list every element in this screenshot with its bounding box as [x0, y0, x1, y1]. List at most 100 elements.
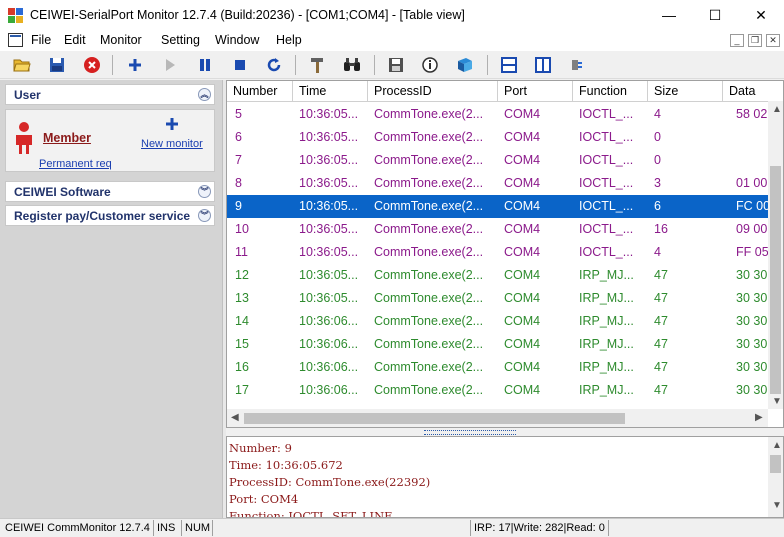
refresh-icon[interactable]: [262, 53, 286, 77]
table-row[interactable]: 8 10:36:05... CommTone.exe(2... COM4 IOCTL_.…: [227, 172, 783, 195]
cell-processid: CommTone.exe(2...: [374, 360, 484, 374]
table-row[interactable]: 16 10:36:06... CommTone.exe(2... COM4 IRP_MJ…: [227, 356, 783, 379]
tools-icon[interactable]: [306, 53, 330, 77]
scroll-left-icon[interactable]: ◀: [231, 412, 239, 423]
scroll-down-icon[interactable]: ▼: [772, 396, 782, 407]
table-row[interactable]: 14 10:36:06... CommTone.exe(2... COM4 IRP_MJ…: [227, 310, 783, 333]
cell-size: 16: [654, 222, 668, 236]
status-divider: [153, 520, 154, 536]
sidebar-section-software[interactable]: CEIWEI Software ︾: [5, 181, 215, 202]
sidebar-section-user[interactable]: User ︽: [5, 84, 215, 105]
table-horizontal-scroll-thumb[interactable]: [244, 413, 625, 424]
cell-function: IRP_MJ...: [579, 291, 634, 305]
stop-red-icon[interactable]: [80, 53, 104, 77]
table-row[interactable]: 15 10:36:06... CommTone.exe(2... COM4 IRP_MJ…: [227, 333, 783, 356]
cell-number: 9: [235, 199, 242, 213]
scroll-down-icon[interactable]: ▼: [772, 500, 782, 511]
cell-size: 47: [654, 291, 668, 305]
table-vertical-scroll-thumb[interactable]: [770, 166, 781, 394]
save-icon[interactable]: [45, 53, 69, 77]
pause-icon[interactable]: [193, 53, 217, 77]
table-row[interactable]: 11 10:36:05... CommTone.exe(2... COM4 IOCTL_…: [227, 241, 783, 264]
splitter-grip-icon[interactable]: [424, 430, 516, 435]
minimize-button[interactable]: —: [646, 0, 692, 30]
book-icon[interactable]: [453, 53, 477, 77]
new-monitor-plus-icon[interactable]: [166, 118, 178, 130]
floppy-export-icon[interactable]: [384, 53, 408, 77]
table-row[interactable]: 13 10:36:05... CommTone.exe(2... COM4 IRP_MJ…: [227, 287, 783, 310]
table-row[interactable]: 12 10:36:05... CommTone.exe(2... COM4 IRP_MJ…: [227, 264, 783, 287]
column-header-port[interactable]: Port: [498, 81, 573, 102]
section-title: CEIWEI Software: [14, 185, 111, 199]
column-header-size[interactable]: Size: [648, 81, 723, 102]
scroll-up-icon[interactable]: ▲: [772, 440, 782, 451]
expand-icon[interactable]: ︾: [198, 185, 211, 198]
cell-time: 10:36:06...: [299, 337, 359, 351]
toolbar-separator: [487, 55, 488, 75]
cell-time: 10:36:05...: [299, 153, 359, 167]
system-menu-icon[interactable]: [8, 33, 23, 47]
cell-port: COM4: [504, 153, 541, 167]
detail-line: Port: COM4: [229, 492, 299, 506]
split-vertical-icon[interactable]: [531, 53, 555, 77]
menu-edit[interactable]: Edit: [64, 33, 86, 47]
column-header-processid[interactable]: ProcessID: [368, 81, 498, 102]
cell-function: IOCTL_...: [579, 245, 634, 259]
table-row[interactable]: 17 10:36:06... CommTone.exe(2... COM4 IRP_MJ…: [227, 379, 783, 402]
mdi-close-button[interactable]: ✕: [766, 34, 780, 47]
cell-time: 10:36:05...: [299, 107, 359, 121]
cell-port: COM4: [504, 199, 541, 213]
cell-size: 6: [654, 199, 661, 213]
table-row[interactable]: 7 10:36:05... CommTone.exe(2... COM4 IOCTL_.…: [227, 149, 783, 172]
mdi-restore-button[interactable]: ❐: [748, 34, 762, 47]
stop-icon[interactable]: [228, 53, 252, 77]
maximize-button[interactable]: ☐: [692, 0, 738, 30]
cell-number: 14: [235, 314, 249, 328]
column-header-time[interactable]: Time: [293, 81, 368, 102]
expand-icon[interactable]: ︾: [198, 209, 211, 222]
close-button[interactable]: ✕: [738, 0, 784, 30]
cell-function: IOCTL_...: [579, 222, 634, 236]
permanent-req-link[interactable]: Permanent req: [39, 158, 112, 170]
menu-help[interactable]: Help: [276, 33, 302, 47]
menu-monitor[interactable]: Monitor: [100, 33, 142, 47]
menu-file[interactable]: File: [31, 33, 51, 47]
column-header-number[interactable]: Number: [227, 81, 293, 102]
table-row[interactable]: 5 10:36:05... CommTone.exe(2... COM4 IOCTL_.…: [227, 103, 783, 126]
info-icon[interactable]: [418, 53, 442, 77]
menu-window[interactable]: Window: [215, 33, 259, 47]
member-link[interactable]: Member: [43, 131, 91, 145]
cell-processid: CommTone.exe(2...: [374, 337, 484, 351]
collapse-icon[interactable]: ︽: [198, 88, 211, 101]
sidebar-section-register[interactable]: Register pay/Customer service ︾: [5, 205, 215, 226]
new-monitor-link[interactable]: New monitor: [141, 138, 203, 150]
menu-setting[interactable]: Setting: [161, 33, 200, 47]
detail-scroll-thumb[interactable]: [770, 455, 781, 473]
window-title: CEIWEI-SerialPort Monitor 12.7.4 (Build:…: [30, 8, 465, 22]
cell-port: COM4: [504, 383, 541, 397]
plugin-icon[interactable]: [566, 53, 590, 77]
cell-number: 6: [235, 130, 242, 144]
cell-function: IRP_MJ...: [579, 268, 634, 282]
cell-size: 47: [654, 337, 668, 351]
table-row[interactable]: 10 10:36:05... CommTone.exe(2... COM4 IOCTL_…: [227, 218, 783, 241]
cell-port: COM4: [504, 222, 541, 236]
column-header-function[interactable]: Function: [573, 81, 648, 102]
table-row[interactable]: 9 10:36:05... CommTone.exe(2... COM4 IOCTL_.…: [227, 195, 783, 218]
cell-size: 4: [654, 107, 661, 121]
table-row[interactable]: 6 10:36:05... CommTone.exe(2... COM4 IOCTL_.…: [227, 126, 783, 149]
mdi-minimize-button[interactable]: _: [730, 34, 744, 47]
scroll-up-icon[interactable]: ▲: [772, 104, 782, 115]
cell-time: 10:36:05...: [299, 176, 359, 190]
open-folder-icon[interactable]: [10, 53, 34, 77]
cell-number: 15: [235, 337, 249, 351]
add-icon[interactable]: [123, 53, 147, 77]
play-icon[interactable]: [158, 53, 182, 77]
packet-table: Number Time ProcessID Port Function Size…: [226, 80, 784, 428]
cell-port: COM4: [504, 291, 541, 305]
split-horizontal-icon[interactable]: [497, 53, 521, 77]
column-header-data[interactable]: Data: [723, 81, 783, 102]
scroll-right-icon[interactable]: ▶: [755, 412, 763, 423]
binoculars-icon[interactable]: [340, 53, 364, 77]
cell-number: 5: [235, 107, 242, 121]
